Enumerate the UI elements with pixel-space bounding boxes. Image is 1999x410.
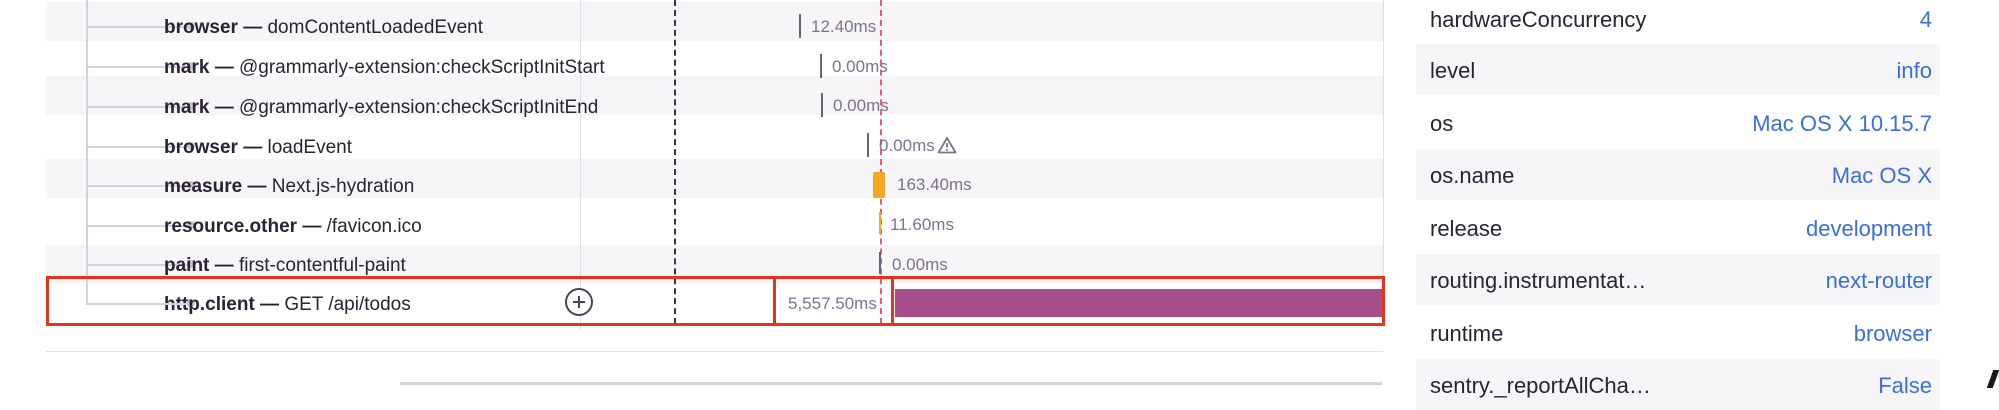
span-separator: — [237,137,268,158]
span-label: measure — Next.js-hydration [164,176,626,198]
span-label: mark — @grammarly-extension:checkScriptI… [164,57,626,79]
panel-edge [1383,0,1384,310]
tag-value-link[interactable]: development [1806,216,1932,242]
tag-row: release development [1416,202,1940,253]
tag-value-link[interactable]: browser [1854,321,1932,347]
span-bar[interactable] [867,133,869,157]
span-row[interactable]: browser — domContentLoadedEvent [46,7,1383,46]
tag-row: routing.instrumentat… next-router [1416,254,1940,305]
span-bar[interactable] [879,252,881,274]
tag-value-link[interactable]: False [1878,373,1932,399]
tag-value-link[interactable]: info [1897,58,1932,84]
span-bar[interactable] [821,93,823,117]
span-separator: — [209,57,239,78]
trace-view: browser — domContentLoadedEvent mark — @… [0,0,1390,388]
tag-key: hardwareConcurrency [1430,7,1647,32]
span-description: /favicon.ico [326,216,422,237]
span-duration: 0.00ms [879,136,957,159]
cursor-fragment [1986,370,1999,388]
tag-row: sentry._reportAllCha… False [1416,359,1940,410]
tag-value-link[interactable]: Mac OS X 10.15.7 [1752,111,1932,137]
scrollbar-track[interactable] [400,382,1382,385]
span-op: browser [164,17,238,38]
span-bar[interactable] [820,54,822,78]
span-row[interactable]: measure — Next.js-hydration [46,166,1383,205]
span-op: mark [164,97,210,118]
tag-value-link[interactable]: 4 [1920,7,1932,33]
span-duration: 11.60ms [890,215,954,234]
span-description: @grammarly-extension:checkScriptInitEnd [238,97,599,118]
highlight-box-row [46,276,1385,326]
tag-row: hardwareConcurrency 4 [1416,0,1940,44]
span-op: paint [164,255,210,276]
span-description: @grammarly-extension:checkScriptInitStar… [238,57,605,78]
span-label: resource.other — /favicon.ico [164,216,626,238]
span-row[interactable]: resource.other — /favicon.ico [46,206,1383,245]
span-separator: — [237,17,268,38]
tag-row: os Mac OS X 10.15.7 [1416,97,1940,148]
span-row[interactable]: browser — loadEvent [46,127,1383,166]
highlight-box-duration [773,276,894,326]
span-duration-text: 0.00ms [879,136,935,155]
section-divider [46,351,1383,352]
span-label: mark — @grammarly-extension:checkScriptI… [164,97,626,119]
span-op: mark [164,57,210,78]
span-description: loadEvent [267,137,352,158]
span-label: browser — domContentLoadedEvent [164,17,626,39]
span-bar[interactable] [873,172,885,198]
tag-key: level [1430,58,1476,83]
span-op: resource.other [164,216,298,237]
tag-value-link[interactable]: next-router [1826,268,1932,294]
tag-key: routing.instrumentat… [1430,268,1647,293]
tag-row: level info [1416,44,1940,95]
span-row[interactable]: mark — @grammarly-extension:checkScriptI… [46,47,1383,86]
span-bar[interactable] [879,212,881,234]
span-separator: — [297,216,327,237]
span-duration: 0.00ms [833,96,889,115]
span-bar[interactable] [799,14,801,38]
tag-key: sentry._reportAllCha… [1430,373,1651,398]
span-duration: 12.40ms [811,17,877,36]
span-op: measure [164,176,243,197]
tag-value-link[interactable]: Mac OS X [1832,163,1932,189]
tag-key: release [1430,216,1503,241]
span-description: domContentLoadedEvent [267,17,483,38]
span-description: Next.js-hydration [271,176,415,197]
span-duration: 0.00ms [832,57,888,76]
tag-key: os [1430,111,1454,136]
span-op: browser [164,137,238,158]
span-label: browser — loadEvent [164,137,626,159]
span-label: paint — first-contentful-paint [164,255,626,277]
warning-icon[interactable] [937,136,957,159]
span-duration: 0.00ms [892,255,948,274]
span-separator: — [209,97,239,118]
tag-key: os.name [1430,163,1515,188]
tag-key: runtime [1430,321,1504,346]
span-duration: 163.40ms [897,175,972,194]
span-description: first-contentful-paint [238,255,406,276]
span-separator: — [242,176,272,197]
tag-row: runtime browser [1416,307,1940,358]
span-row[interactable]: mark — @grammarly-extension:checkScriptI… [46,87,1383,126]
span-separator: — [209,255,239,276]
tags-panel: hardwareConcurrency 4 level info os Mac … [1416,0,1940,410]
tag-row: os.name Mac OS X [1416,149,1940,200]
